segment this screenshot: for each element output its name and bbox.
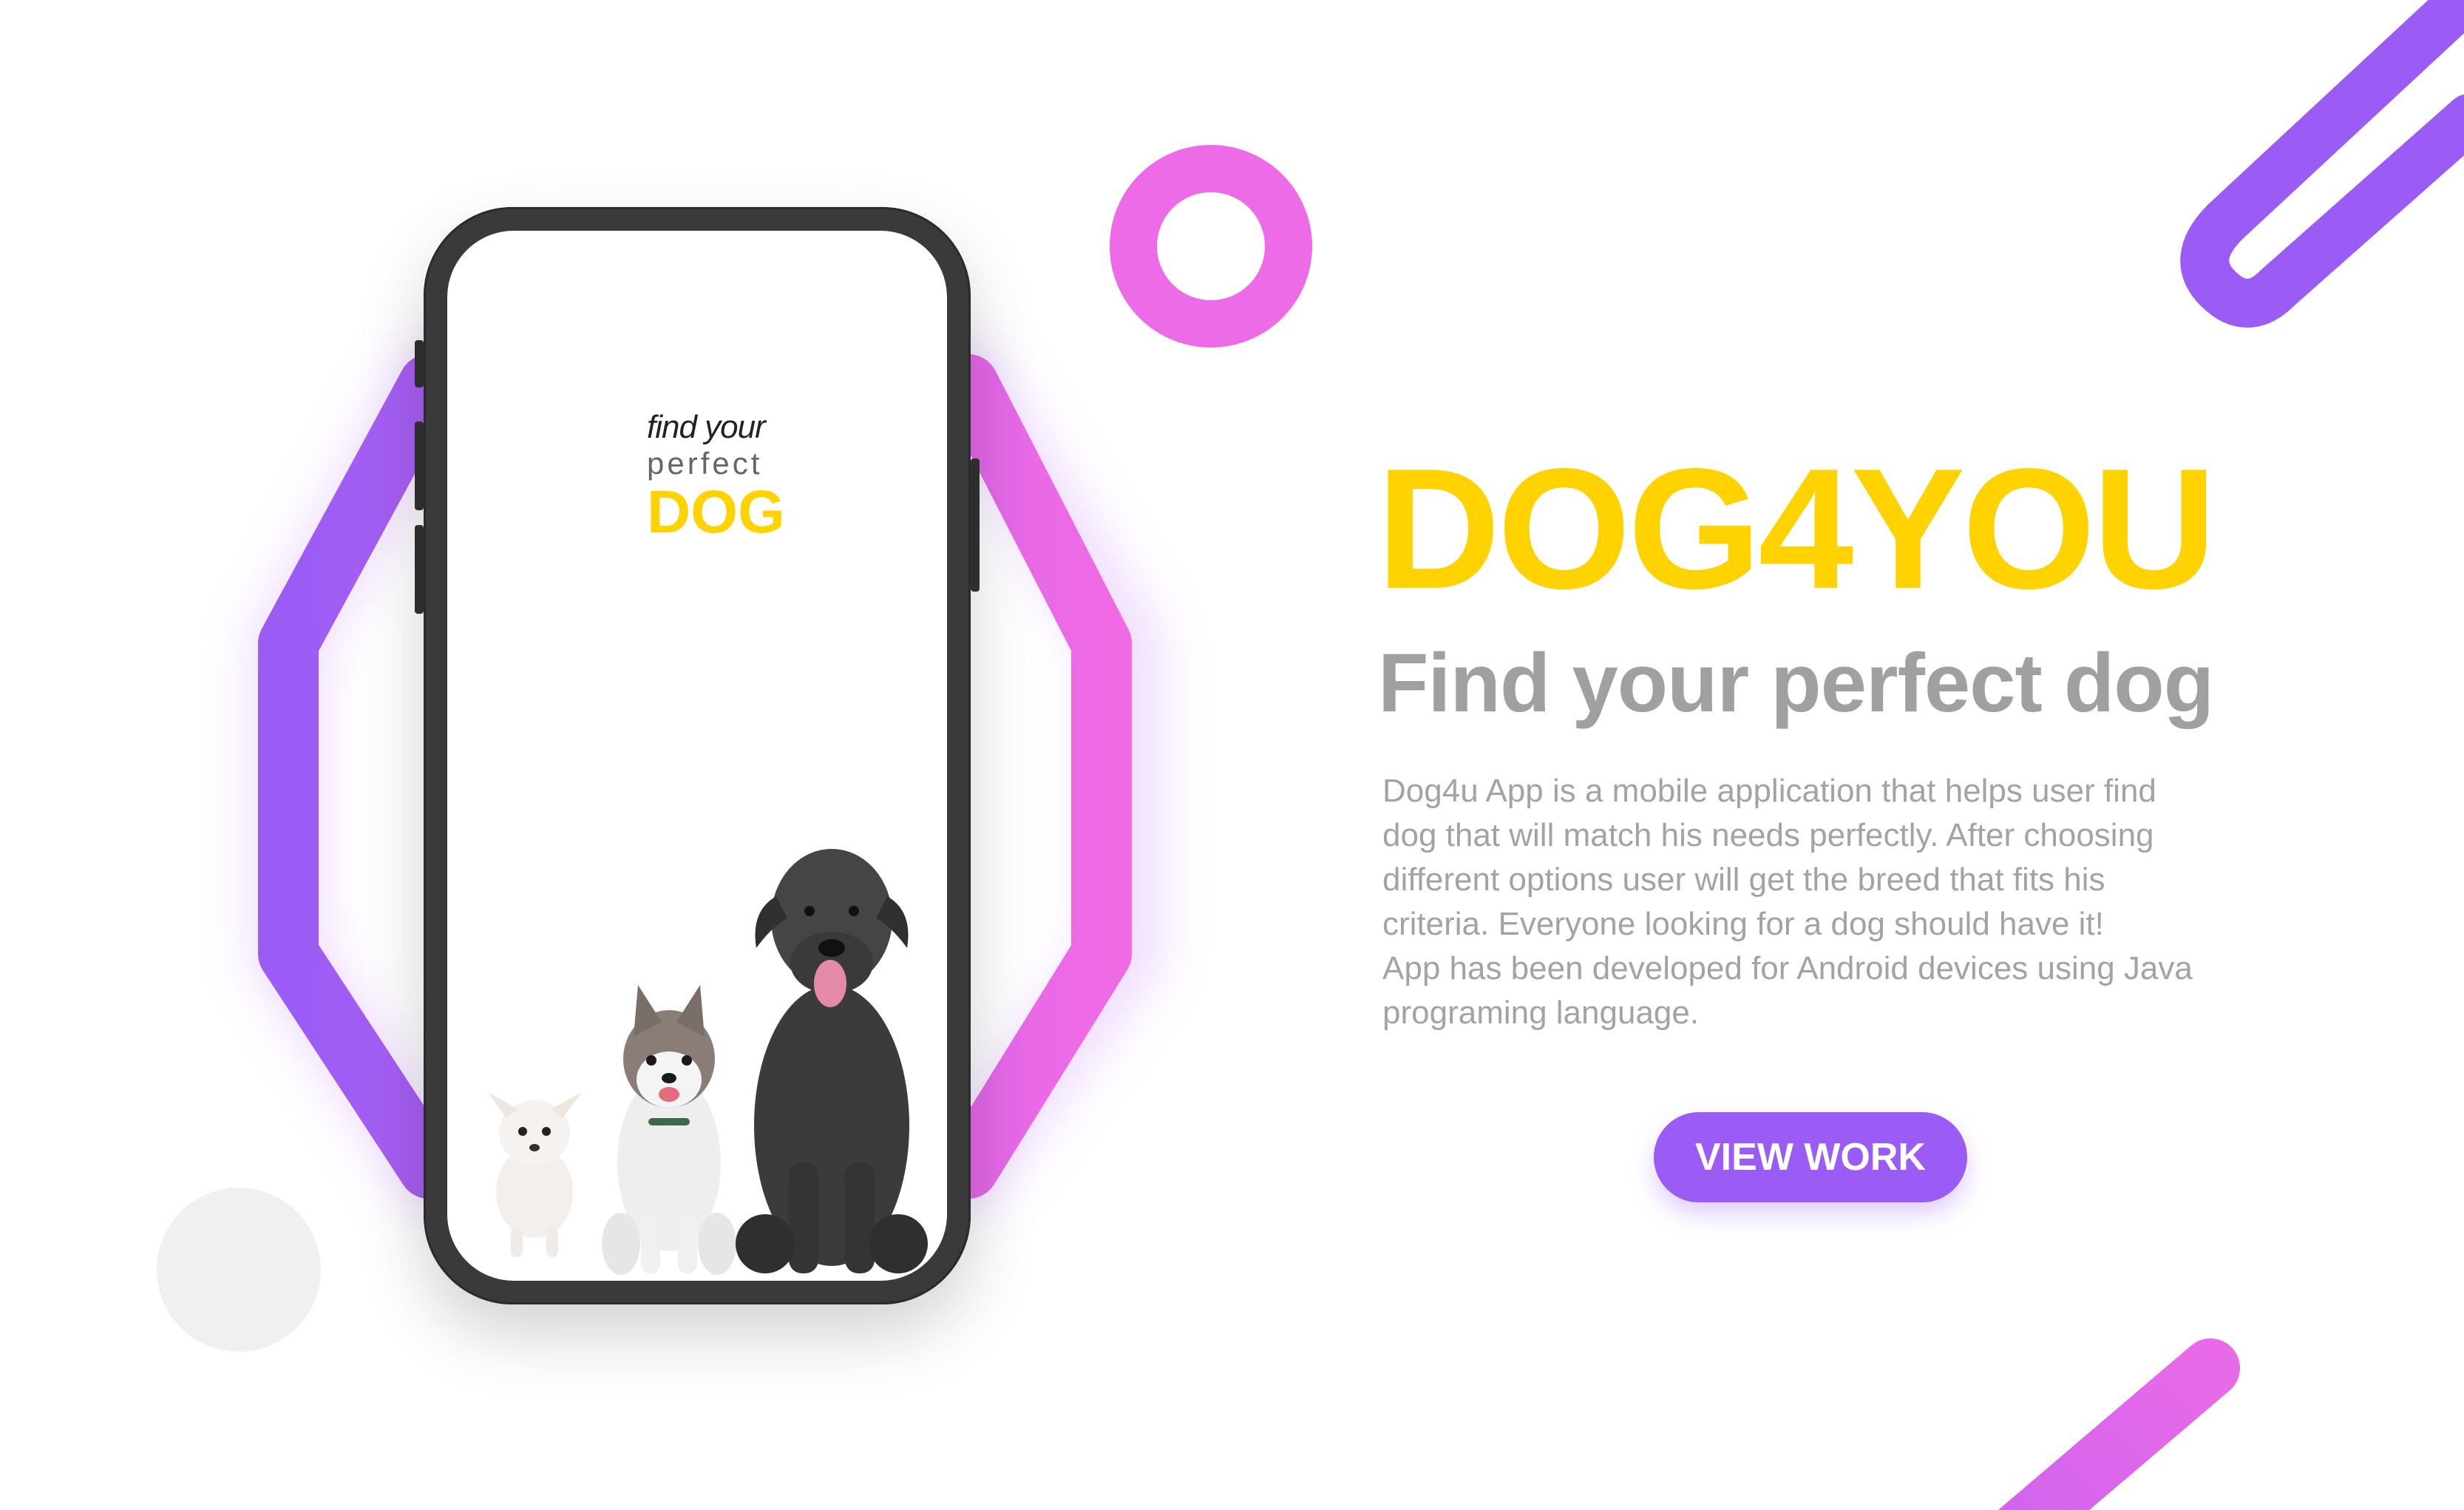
cane-corso-icon xyxy=(736,849,928,1273)
hero-description: Dog4u App is a mobile application that h… xyxy=(1382,769,2270,1035)
logo-line-dog: DOG xyxy=(647,478,785,546)
description-line: App has been developed for Android devic… xyxy=(1382,950,2193,986)
chihuahua-icon xyxy=(488,1092,582,1257)
logo-line-perfect: perfect xyxy=(647,446,763,481)
gray-circle xyxy=(157,1188,321,1352)
purple-hook-stroke xyxy=(2180,0,2464,328)
pink-diagonal-bar xyxy=(1998,1338,2240,1510)
background-decorations xyxy=(157,0,2464,1510)
description-line: programing language. xyxy=(1382,995,1700,1031)
phone-screen: find your perfect DOG xyxy=(447,231,947,1281)
phone-mockup: find your perfect DOG xyxy=(415,207,980,1304)
dogs-illustration xyxy=(488,849,928,1275)
phone-power-button xyxy=(971,458,980,592)
pink-ring-circle xyxy=(1110,145,1312,348)
phone-volume-up-button xyxy=(415,421,424,510)
description-line: Dog4u App is a mobile application that h… xyxy=(1382,773,2156,809)
phone-side-button xyxy=(415,340,424,387)
app-logo: find your perfect DOG xyxy=(647,411,839,543)
logo-line-find-your: find your xyxy=(647,409,766,445)
description-line: criteria. Everyone looking for a dog sho… xyxy=(1382,906,2104,942)
phone-volume-down-button xyxy=(415,525,424,614)
description-line: dog that will match his needs perfectly.… xyxy=(1382,817,2154,853)
hero-subtitle: Find your perfect dog xyxy=(1378,637,2214,729)
description-line: different options user will get the bree… xyxy=(1382,861,2105,898)
view-work-button[interactable]: VIEW WORK xyxy=(1654,1112,1967,1202)
hero-title: DOG4YOU xyxy=(1377,433,2216,625)
husky-puppy-icon xyxy=(602,985,736,1275)
